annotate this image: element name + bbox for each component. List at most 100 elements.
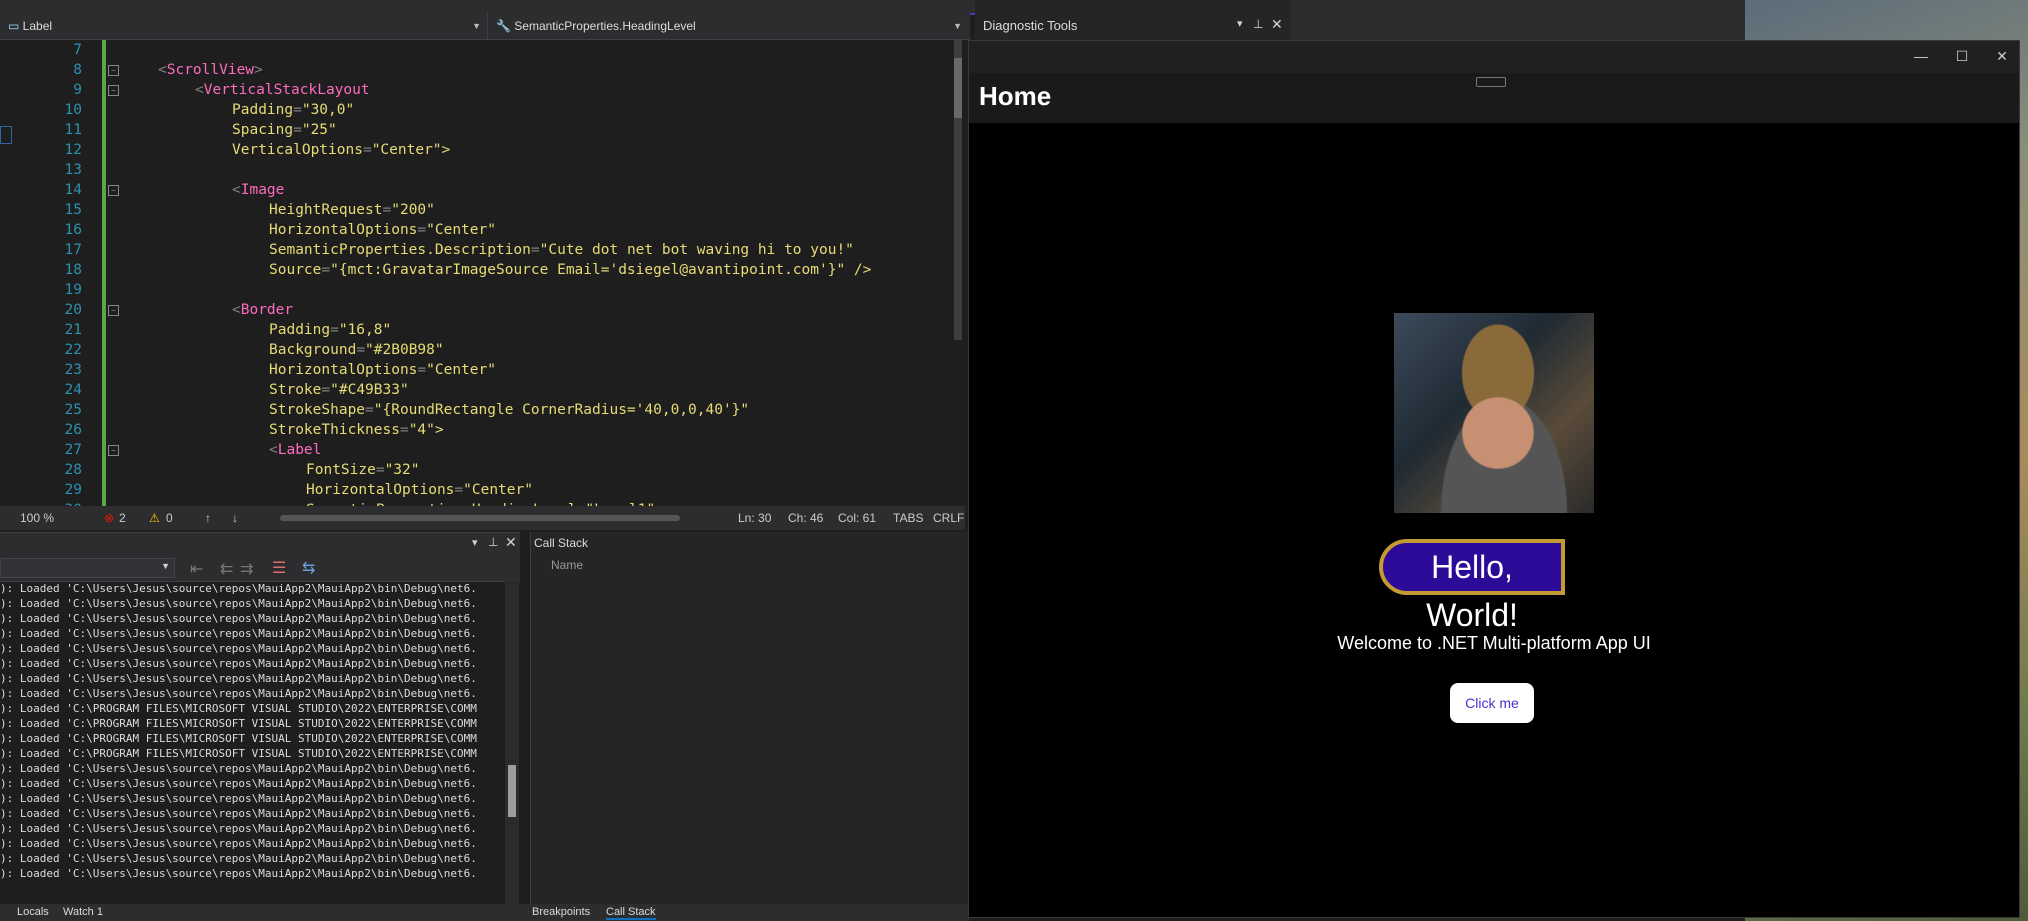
type-dropdown[interactable]: ▭ Label ▼: [0, 13, 488, 39]
code-text: Source="{mct:GravatarImageSource Email='…: [269, 262, 872, 278]
indent-mode[interactable]: TABS: [893, 511, 923, 525]
find-message-icon[interactable]: ⇤: [190, 559, 203, 579]
code-line[interactable]: 20 − <Border: [0, 300, 950, 320]
tab-breakpoints[interactable]: Breakpoints: [532, 906, 590, 918]
fold-toggle-icon[interactable]: −: [108, 305, 119, 316]
code-line[interactable]: 18 Source="{mct:GravatarImageSource Email…: [0, 260, 950, 280]
code-text: Background="#2B0B98": [269, 342, 444, 358]
panel-menu-icon[interactable]: ▾: [1237, 17, 1243, 30]
code-line[interactable]: 28 FontSize="32": [0, 460, 950, 480]
word-wrap-icon[interactable]: ⇆: [302, 558, 315, 578]
tab-watch-1[interactable]: Watch 1: [63, 906, 103, 918]
output-line: ): Loaded 'C:\Users\Jesus\source\repos\M…: [0, 642, 477, 655]
output-scroll-thumb[interactable]: [508, 765, 516, 817]
change-indicator: [102, 120, 106, 140]
code-line[interactable]: 7: [0, 40, 950, 60]
line-number: 21: [64, 322, 82, 338]
line-number: 10: [64, 102, 82, 118]
code-line[interactable]: 27 − <Label: [0, 440, 950, 460]
panel-menu-icon[interactable]: ▾: [472, 536, 478, 549]
char-number: Ch: 46: [788, 511, 824, 525]
close-icon[interactable]: ✕: [1271, 16, 1283, 33]
hello-heading: Hello, World!: [1426, 549, 1518, 633]
code-line[interactable]: 23 HorizontalOptions="Center": [0, 360, 950, 380]
line-ending[interactable]: CRLF: [933, 511, 964, 525]
change-indicator: [102, 400, 106, 420]
output-panel: ▾ ⊥ ✕ ▼ ⇤ ⇇ ⇉ ☰ ⇆ ): Loaded 'C:\Users\Je…: [0, 532, 520, 911]
line-number: 12: [64, 142, 82, 158]
output-text[interactable]: ): Loaded 'C:\Users\Jesus\source\repos\M…: [0, 581, 505, 911]
editor-scroll-thumb[interactable]: [954, 58, 962, 118]
fold-toggle-icon[interactable]: −: [108, 85, 119, 96]
output-line: ): Loaded 'C:\Users\Jesus\source\repos\M…: [0, 852, 477, 865]
wrench-icon: 🔧: [496, 19, 515, 33]
code-line[interactable]: 13: [0, 160, 950, 180]
code-text: StrokeShape="{RoundRectangle CornerRadiu…: [269, 402, 750, 418]
code-line[interactable]: 25 StrokeShape="{RoundRectangle CornerRad…: [0, 400, 950, 420]
column-header-name[interactable]: Name: [551, 558, 583, 572]
line-number: 27: [64, 442, 82, 458]
change-indicator: [102, 460, 106, 480]
code-line[interactable]: 14 − <Image: [0, 180, 950, 200]
code-line[interactable]: 11 Spacing="25": [0, 120, 950, 140]
output-vertical-scrollbar[interactable]: [505, 581, 519, 911]
clear-all-icon[interactable]: ☰: [272, 558, 286, 578]
output-source-dropdown[interactable]: ▼: [0, 558, 175, 578]
type-dropdown-label: Label: [22, 19, 53, 33]
error-count[interactable]: 2: [119, 511, 126, 525]
change-indicator: [102, 320, 106, 340]
code-line[interactable]: 15 HeightRequest="200": [0, 200, 950, 220]
code-line[interactable]: 10 Padding="30,0": [0, 100, 950, 120]
change-indicator: [102, 300, 106, 320]
warning-count[interactable]: 0: [166, 511, 173, 525]
next-message-icon[interactable]: ⇉: [240, 559, 253, 579]
close-icon[interactable]: ✕: [1987, 48, 2017, 65]
line-number: 20: [64, 302, 82, 318]
line-number: 29: [64, 482, 82, 498]
prev-message-icon[interactable]: ⇇: [220, 559, 233, 579]
zoom-level[interactable]: 100 %: [20, 511, 54, 525]
member-dropdown[interactable]: 🔧 SemanticProperties.HeadingLevel ▼: [488, 13, 968, 39]
code-line[interactable]: 8 − <ScrollView>: [0, 60, 950, 80]
code-text: FontSize="32": [306, 462, 420, 478]
editor-horizontal-scroll-thumb[interactable]: [280, 515, 680, 521]
member-dropdown-label: SemanticProperties.HeadingLevel: [514, 19, 696, 33]
code-line[interactable]: 12 VerticalOptions="Center">: [0, 140, 950, 160]
minimize-icon[interactable]: —: [1906, 48, 1936, 64]
code-line[interactable]: 9 − <VerticalStackLayout: [0, 80, 950, 100]
arrow-down-icon[interactable]: ↓: [232, 511, 238, 525]
app-title-bar[interactable]: — ☐ ✕: [969, 41, 2019, 73]
call-stack-title: Call Stack: [534, 536, 589, 550]
line-number: 13: [64, 162, 82, 178]
fold-toggle-icon[interactable]: −: [108, 185, 119, 196]
code-line[interactable]: 17 SemanticProperties.Description="Cute d…: [0, 240, 950, 260]
code-editor[interactable]: 7 8 − <ScrollView> 9 − <VerticalStackLayout 10 P…: [0, 40, 960, 510]
fold-toggle-icon[interactable]: −: [108, 445, 119, 456]
click-me-button[interactable]: Click me: [1450, 683, 1534, 723]
maximize-icon[interactable]: ☐: [1947, 48, 1977, 65]
code-line[interactable]: 29 HorizontalOptions="Center": [0, 480, 950, 500]
close-icon[interactable]: ✕: [505, 534, 517, 551]
code-line[interactable]: 22 Background="#2B0B98": [0, 340, 950, 360]
drag-handle-icon[interactable]: [1476, 77, 1506, 87]
line-number: 25: [64, 402, 82, 418]
output-line: ): Loaded 'C:\Users\Jesus\source\repos\M…: [0, 672, 477, 685]
tab-call-stack[interactable]: Call Stack: [606, 906, 656, 920]
line-number: 19: [64, 282, 82, 298]
tab-locals[interactable]: Locals: [17, 906, 49, 918]
fold-toggle-icon[interactable]: −: [108, 65, 119, 76]
pin-icon[interactable]: ⊥: [488, 535, 498, 549]
pin-icon[interactable]: ⊥: [1253, 17, 1263, 31]
code-line[interactable]: 26 StrokeThickness="4">: [0, 420, 950, 440]
code-line[interactable]: 24 Stroke="#C49B33": [0, 380, 950, 400]
output-panel-header: ▾ ⊥ ✕: [0, 533, 520, 555]
line-number: 14: [64, 182, 82, 198]
call-stack-panel: Call Stack Name: [530, 532, 971, 907]
arrow-up-icon[interactable]: ↑: [205, 511, 211, 525]
code-line[interactable]: 21 Padding="16,8": [0, 320, 950, 340]
output-toolbar: ▼ ⇤ ⇇ ⇉ ☰ ⇆: [0, 555, 520, 582]
code-line[interactable]: 16 HorizontalOptions="Center": [0, 220, 950, 240]
code-line[interactable]: 19: [0, 280, 950, 300]
code-text: <Image: [232, 182, 285, 198]
output-line: ): Loaded 'C:\Users\Jesus\source\repos\M…: [0, 762, 477, 775]
